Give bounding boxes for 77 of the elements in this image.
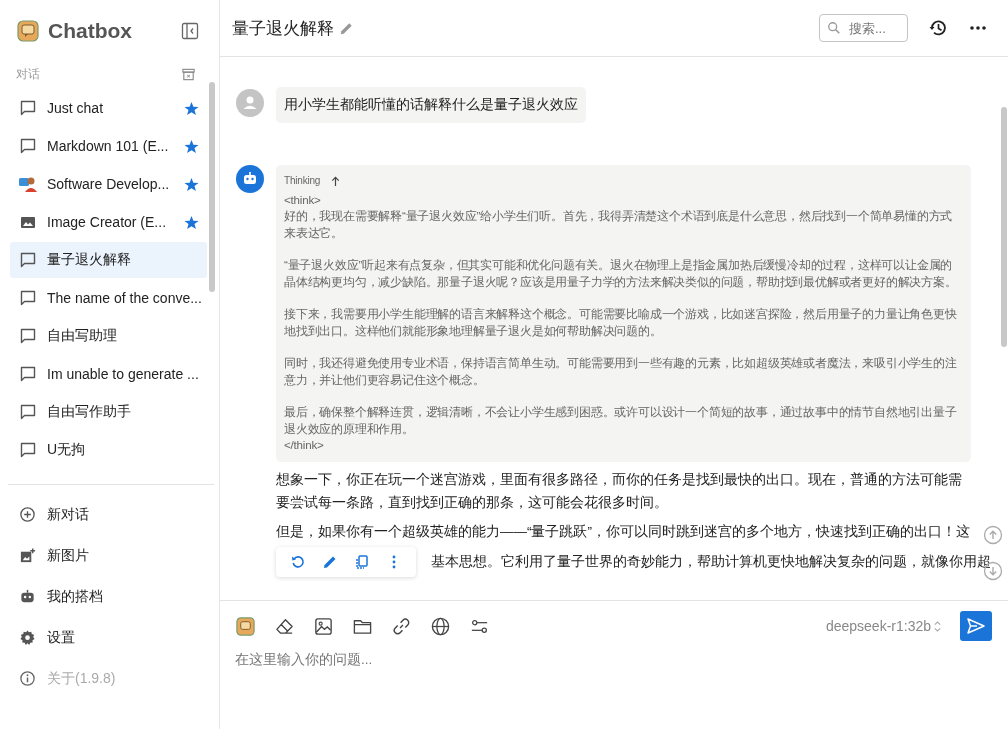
search-icon (827, 21, 841, 35)
link-icon[interactable] (391, 615, 412, 637)
star-icon[interactable] (184, 176, 199, 192)
sidebar-scrollbar[interactable] (209, 82, 215, 292)
conversation-item[interactable]: 自由写助理 (10, 318, 207, 354)
user-message: 用小学生都能听懂的话解释什么是量子退火效应 (276, 87, 586, 123)
history-icon[interactable] (928, 18, 948, 38)
answer-paragraph: 想象一下，你正在玩一个迷宫游戏，里面有很多路径，而你的任务是找到最快的出口。现在，普通的方法可能需要尝试每一条路，直到找到正确的那条，这可能会花很多时间。 (276, 470, 963, 512)
plus-circle-icon (19, 506, 36, 523)
thinking-tag: </think> (284, 437, 962, 454)
thinking-paragraph: “量子退火效应”听起来有点复杂，但其实可能和优化问题有关。退火在物理上是指金属加热后缓慢冷却的过程，这样可以让金属的晶体结构更均匀，减少缺陷。那量子退火呢？应该是用量子力学的方法来解决类似的问题，帮助找到最优解或者更好的解决方案。 (284, 257, 958, 290)
copy-icon[interactable] (354, 553, 370, 570)
search-field[interactable]: 搜索... (819, 14, 908, 42)
conversation-item[interactable]: The name of the conve... (10, 280, 207, 316)
conversation-item[interactable]: Image Creator (E... (10, 204, 207, 240)
app-name: Chatbox (48, 19, 132, 43)
person-avatar-icon (19, 175, 37, 193)
image-icon[interactable] (313, 615, 334, 637)
thinking-tag: <think> (284, 191, 962, 208)
conversation-item[interactable]: 量子退火解释 (10, 242, 207, 278)
app-logo-icon (17, 20, 39, 42)
conversation-item[interactable]: Software Develop... (10, 166, 207, 202)
conversation-title: Markdown 101 (E... (47, 138, 170, 154)
star-icon[interactable] (184, 100, 199, 116)
regenerate-icon[interactable] (290, 553, 306, 570)
user-avatar-icon (236, 89, 264, 117)
robot-icon (19, 588, 36, 605)
conversation-title-heading: 量子退火解释 (232, 17, 334, 40)
add-image-icon (19, 547, 36, 564)
model-selector[interactable]: deepseek-r1:32b (825, 618, 931, 634)
star-icon[interactable] (184, 138, 199, 154)
thinking-paragraph: 接下来，我需要用小学生能理解的语言来解释这个概念。可能需要比喻成一个游戏，比如迷宫探险，然后用量子的力量让角色更快地找到出口。这样他们就能形象地理解量子退火是如何帮助解决问题的。 (284, 306, 958, 339)
conversation-title: Software Develop... (47, 176, 171, 192)
settings-icon (19, 629, 36, 646)
thinking-paragraph: 最后，确保整个解释连贯，逻辑清晰，不会让小学生感到困惑。或许可以设计一个简短的故事，通过故事中的情节自然地引出量子退火效应的原理和作用。 (284, 404, 958, 437)
send-button[interactable] (960, 611, 992, 641)
chat-bubble-icon (19, 441, 37, 459)
arrow-up-icon[interactable] (330, 175, 342, 187)
section-label: 对话 (16, 65, 40, 83)
conversation-title: U无拘 (47, 441, 87, 459)
menu-item[interactable]: 我的搭档 (8, 576, 214, 617)
conversation-title: The name of the conve... (47, 290, 202, 306)
menu-item[interactable]: 设置 (8, 617, 214, 658)
messages-scrollbar[interactable] (1001, 107, 1007, 347)
conversation-title: 自由写作助手 (47, 403, 132, 421)
chat-bubble-icon (19, 137, 37, 155)
thinking-label[interactable]: Thinking (284, 173, 321, 190)
sidebar-toggle-icon[interactable] (181, 22, 199, 40)
answer-paragraph-fragment: 基本思想。它利用了量子世界的奇妙能力，帮助计算机更快地解决复杂的问题，就像你用超 (431, 553, 991, 571)
globe-icon[interactable] (430, 615, 451, 637)
chat-bubble-icon (19, 365, 37, 383)
info-icon (19, 670, 36, 687)
conversation-title: Im unable to generate ... (47, 366, 199, 382)
conversation-item[interactable]: Im unable to generate ... (10, 356, 207, 392)
thinking-paragraph: 好的，我现在需要解释“量子退火效应”给小学生们听。首先，我得弄清楚这个术语到底是什么意思，然后找到一个简单易懂的方式来表达它。 (284, 208, 954, 241)
chat-bubble-icon (19, 251, 37, 269)
app-logo-icon[interactable] (235, 615, 256, 637)
conversation-item[interactable]: Markdown 101 (E... (10, 128, 207, 164)
bot-avatar-icon (236, 165, 264, 193)
chat-bubble-icon (19, 403, 37, 421)
conversation-title: 自由写助理 (47, 327, 118, 345)
conversation-title: Image Creator (E... (47, 214, 168, 230)
chat-bubble-icon (19, 289, 37, 307)
conversation-title: 量子退火解释 (47, 251, 132, 269)
conversation-title: Just chat (47, 100, 105, 116)
conversation-item[interactable]: Just chat (10, 90, 207, 126)
menu-item[interactable]: 新图片 (8, 535, 214, 576)
answer-paragraph: 但是，如果你有一个超级英雄的能力——“量子跳跃”，你可以同时跳到迷宫的多个地方，快速找到正确的出口！这 (276, 522, 971, 541)
conversation-item[interactable]: 自由写作助手 (10, 394, 207, 430)
send-icon (966, 616, 986, 636)
chat-bubble-icon (19, 99, 37, 117)
star-icon[interactable] (184, 214, 199, 230)
conversation-item[interactable]: U无拘 (10, 432, 207, 468)
archive-icon[interactable] (181, 66, 196, 82)
chat-bubble-icon (19, 327, 37, 345)
thinking-paragraph: 同时，我还得避免使用专业术语，保持语言简单生动。可能需要用到一些有趣的元素，比如超级英雄或者魔法，来吸引小学生的注意力，并让他们更容易记住这个概念。 (284, 355, 958, 388)
menu-item[interactable]: 新对话 (8, 494, 214, 535)
